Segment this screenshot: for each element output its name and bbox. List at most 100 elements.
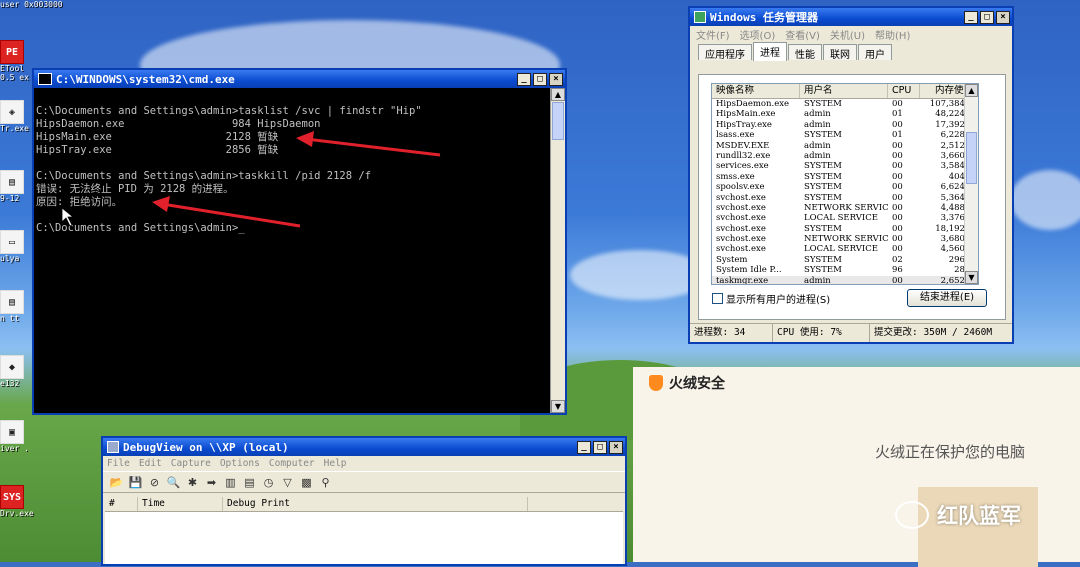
console-output[interactable]: C:\Documents and Settings\admin>tasklist… — [34, 88, 551, 413]
console-line: C:\Documents and Settings\admin>taskkill… — [36, 170, 372, 182]
cmd-window[interactable]: C:\WINDOWS\system32\cmd.exe _ □ × C:\Doc… — [32, 68, 567, 415]
scroll-down-arrow-icon[interactable]: ▼ — [551, 400, 565, 413]
taskmgr-titlebar[interactable]: Windows 任务管理器 _ □ × — [690, 8, 1012, 26]
table-row[interactable]: System Idle P...SYSTEM9628 K — [712, 265, 978, 275]
scroll-down-arrow-icon[interactable]: ▼ — [965, 271, 978, 284]
column-header[interactable]: 用户名 — [800, 84, 888, 98]
open-icon[interactable]: 📂 — [109, 476, 124, 489]
table-row[interactable]: taskmgr.exe admin 00 2,652 K — [712, 275, 978, 285]
table-row[interactable]: HipsTray.exe admin 00 17,392 K — [712, 120, 978, 130]
menu-item[interactable]: 帮助(H) — [875, 27, 910, 42]
minimize-button[interactable]: _ — [577, 440, 591, 454]
menu-item[interactable]: Options — [220, 458, 260, 469]
desktop-top-text: user 0x003000 — [0, 0, 63, 9]
minimize-button[interactable]: _ — [964, 10, 978, 24]
table-row[interactable]: svchost.exe SYSTEM 00 5,364 K — [712, 193, 978, 203]
table-row[interactable]: svchost.exe SYSTEM 00 18,192 K — [712, 224, 978, 234]
column-header[interactable]: 映像名称 — [712, 84, 800, 98]
table-cell: 00 — [892, 234, 903, 245]
tab[interactable]: 进程 — [753, 42, 787, 61]
debug-output-grid[interactable]: # Time Debug Print — [105, 497, 623, 564]
maximize-button[interactable]: □ — [533, 72, 547, 86]
table-row[interactable]: System SYSTEM 02 296 K — [712, 255, 978, 265]
desktop-icon[interactable]: ◈ Tr.exe — [0, 100, 34, 133]
table-cell: 00 — [892, 202, 903, 213]
menu-item[interactable]: Computer — [269, 458, 315, 469]
debugview-titlebar[interactable]: DebugView on \\XP (local) _ □ × — [103, 438, 625, 456]
table-cell: System Idle P... — [716, 265, 782, 276]
task-manager-window[interactable]: Windows 任务管理器 _ □ × 文件(F) 选项(O) 查看(V) 关机(U)… — [688, 6, 1014, 344]
scroll-thumb[interactable] — [552, 102, 564, 140]
table-row[interactable]: svchost.exe NETWORK SERVICE 00 4,488 K — [712, 203, 978, 213]
desktop-icon[interactable]: ▤ n tt — [0, 290, 34, 323]
scroll-up-arrow-icon[interactable]: ▲ — [551, 88, 565, 101]
desktop-icon[interactable]: ▣ iver . — [0, 420, 34, 453]
table-row[interactable]: HipsMain.exe admin 01 48,224 K — [712, 109, 978, 119]
capture-icon[interactable]: ✱ — [185, 476, 200, 489]
table-cell: services.exe — [716, 161, 769, 172]
table-row[interactable]: svchost.exe LOCAL SERVICE 00 4,560 K — [712, 244, 978, 254]
table-row[interactable]: svchost.exe NETWORK SERVICE 00 3,680 K — [712, 234, 978, 244]
scroll-up-arrow-icon[interactable]: ▲ — [965, 84, 978, 97]
checkbox-box[interactable] — [712, 293, 723, 304]
cmd-titlebar[interactable]: C:\WINDOWS\system32\cmd.exe _ □ × — [34, 70, 565, 88]
maximize-button[interactable]: □ — [980, 10, 994, 24]
menu-item[interactable]: Edit — [139, 458, 162, 469]
desktop-icon[interactable]: PE ETool 0.5 ex — [0, 40, 34, 82]
tab[interactable]: 性能 — [788, 44, 822, 61]
close-button[interactable]: × — [609, 440, 623, 454]
column-header[interactable]: Time — [138, 497, 223, 511]
desktop-icon[interactable]: ▭ ulya — [0, 230, 34, 263]
save-icon[interactable]: 💾 — [128, 476, 143, 489]
autoscroll-icon[interactable]: ➡ — [204, 476, 219, 489]
menu-item[interactable]: 关机(U) — [830, 27, 865, 42]
minimize-button[interactable]: _ — [517, 72, 531, 86]
table-row[interactable]: svchost.exe LOCAL SERVICE 00 3,376 K — [712, 213, 978, 223]
tab[interactable]: 联网 — [823, 44, 857, 61]
properties-icon[interactable]: ▩ — [299, 476, 314, 489]
table-row[interactable]: rundll32.exe admin 00 3,660 K — [712, 151, 978, 161]
wallpaper-cloud — [1010, 170, 1080, 230]
desktop-icon[interactable]: SYS Drv.exe — [0, 485, 34, 518]
clock-icon[interactable]: ◷ — [261, 476, 276, 489]
history-icon[interactable]: ▤ — [242, 476, 257, 489]
table-row[interactable]: lsass.exe SYSTEM 01 6,228 K — [712, 130, 978, 140]
debugview-window[interactable]: DebugView on \\XP (local) _ □ × File Edit… — [101, 436, 627, 566]
process-list[interactable]: 映像名称 用户名 CPU 内存使用 HipsDaemon.exe SYSTEM 00 107… — [711, 83, 979, 285]
table-row[interactable]: spoolsv.exe SYSTEM 00 6,624 K — [712, 182, 978, 192]
table-cell: taskmgr.exe — [716, 275, 769, 285]
cmd-scrollbar[interactable]: ▲ ▼ — [550, 88, 565, 413]
column-header[interactable]: Debug Print — [223, 497, 528, 511]
filter-icon[interactable]: ▥ — [223, 476, 238, 489]
close-button[interactable]: × — [549, 72, 563, 86]
table-row[interactable]: MSDEV.EXE admin 00 2,512 K — [712, 141, 978, 151]
column-header[interactable]: CPU — [888, 84, 920, 98]
scroll-thumb[interactable] — [966, 132, 977, 184]
table-row[interactable]: services.exe SYSTEM 00 3,584 K — [712, 161, 978, 171]
tab[interactable]: 用户 — [858, 44, 892, 61]
menu-item[interactable]: Capture — [171, 458, 211, 469]
find-icon[interactable]: 🔍 — [166, 476, 181, 489]
desktop-icon[interactable]: ▤ 9-12 — [0, 170, 34, 203]
binoculars-icon[interactable]: ⚲ — [318, 476, 333, 489]
process-list-scrollbar[interactable]: ▲ ▼ — [964, 84, 978, 284]
menu-item[interactable]: 选项(O) — [740, 27, 776, 42]
menu-item[interactable]: File — [107, 458, 130, 469]
menu-item[interactable]: Help — [324, 458, 347, 469]
column-header[interactable]: # — [105, 497, 138, 511]
table-row[interactable]: HipsDaemon.exe SYSTEM 00 107,384 K — [712, 99, 978, 109]
show-all-users-checkbox[interactable]: 显示所有用户的进程(S) — [712, 291, 830, 306]
clear-icon[interactable]: ⊘ — [147, 476, 162, 489]
desktop-icon[interactable]: ◆ e132 — [0, 355, 34, 388]
maximize-button[interactable]: □ — [593, 440, 607, 454]
menu-item[interactable]: 查看(V) — [785, 27, 820, 42]
highlight-icon[interactable]: ▽ — [280, 476, 295, 489]
tab[interactable]: 应用程序 — [698, 44, 752, 61]
end-process-button[interactable]: 结束进程(E) — [907, 289, 987, 307]
table-cell: 00 — [892, 161, 903, 172]
close-button[interactable]: × — [996, 10, 1010, 24]
menu-item[interactable]: 文件(F) — [696, 27, 730, 42]
table-cell: 00 — [892, 140, 903, 151]
table-row[interactable]: smss.exe SYSTEM 00 404 K — [712, 172, 978, 182]
